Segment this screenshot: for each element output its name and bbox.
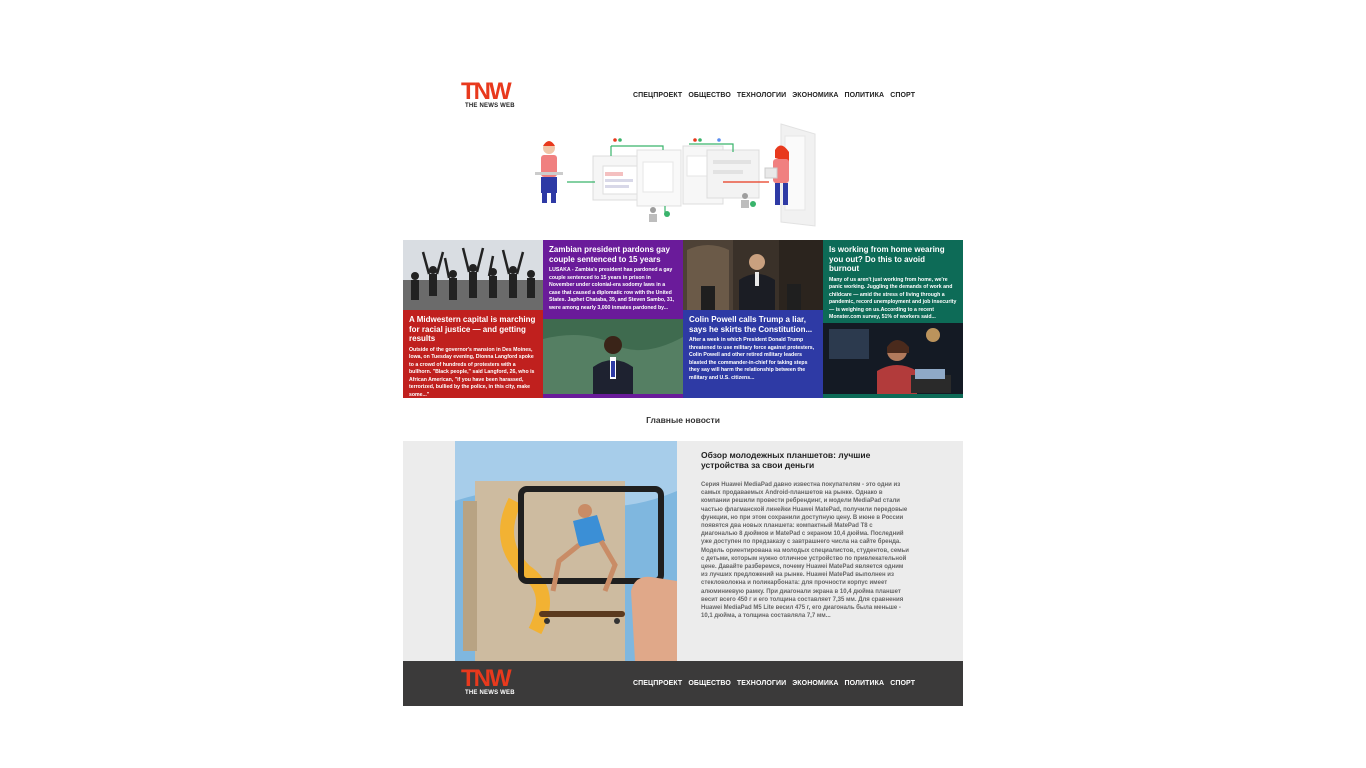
footer-nav-item-technology[interactable]: ТЕХНОЛОГИИ bbox=[737, 680, 786, 687]
news-card-title[interactable]: Colin Powell calls Trump a liar, says he… bbox=[689, 315, 817, 334]
logo-tagline: THE NEWS WEB bbox=[465, 103, 515, 109]
footer-nav-item-specproject[interactable]: СПЕЦПРОЕКТ bbox=[633, 680, 682, 687]
nav-item-technology[interactable]: ТЕХНОЛОГИИ bbox=[737, 92, 786, 99]
site-header: TNW THE NEWS WEB СПЕЦПРОЕКТ ОБЩЕСТВО ТЕХ… bbox=[403, 70, 963, 122]
news-card-title[interactable]: Zambian president pardons gay couple sen… bbox=[549, 245, 677, 264]
footer-nav-item-economy[interactable]: ЭКОНОМИКА bbox=[792, 680, 838, 687]
featured-article[interactable]: Обзор молодежных планшетов: лучшие устро… bbox=[403, 441, 963, 661]
nav-item-specproject[interactable]: СПЕЦПРОЕКТ bbox=[633, 92, 682, 99]
footer-logo-tagline: THE NEWS WEB bbox=[465, 690, 515, 696]
nav-item-society[interactable]: ОБЩЕСТВО bbox=[688, 92, 731, 99]
news-card-excerpt: After a week in which President Donald T… bbox=[689, 337, 815, 381]
news-card-title[interactable]: A Midwestern capital is marching for rac… bbox=[409, 315, 537, 344]
footer-nav-item-sport[interactable]: СПОРТ bbox=[890, 680, 915, 687]
footer-logo[interactable]: TNW THE NEWS WEB bbox=[461, 665, 525, 699]
footer-logo-mark: TNW bbox=[461, 665, 512, 692]
protest-photo[interactable] bbox=[403, 240, 543, 310]
news-card-excerpt: Many of us aren't just working from home… bbox=[829, 276, 957, 321]
main-nav: СПЕЦПРОЕКТ ОБЩЕСТВО ТЕХНОЛОГИИ ЭКОНОМИКА… bbox=[633, 92, 915, 99]
news-card-colin-powell[interactable]: Colin Powell calls Trump a liar, says he… bbox=[683, 310, 823, 398]
zambian-president-photo[interactable] bbox=[543, 319, 683, 398]
site-footer: TNW THE NEWS WEB СПЕЦПРОЕКТ ОБЩЕСТВО ТЕХ… bbox=[403, 661, 963, 706]
site-logo[interactable]: TNW THE NEWS WEB bbox=[461, 78, 525, 112]
footer-nav-item-politics[interactable]: ПОЛИТИКА bbox=[845, 680, 885, 687]
featured-article-title[interactable]: Обзор молодежных планшетов: лучшие устро… bbox=[701, 450, 909, 470]
nav-item-politics[interactable]: ПОЛИТИКА bbox=[845, 92, 885, 99]
news-card-excerpt: LUSAKA - Zambia's president has pardoned… bbox=[549, 267, 675, 311]
nav-item-sport[interactable]: СПОРТ bbox=[890, 92, 915, 99]
page: TNW THE NEWS WEB СПЕЦПРОЕКТ ОБЩЕСТВО ТЕХ… bbox=[403, 70, 963, 706]
featured-article-excerpt: Серия Huawei MediaPad давно известна пок… bbox=[701, 482, 909, 620]
tablet-skater-photo[interactable] bbox=[455, 441, 677, 661]
workflow-illustration bbox=[535, 123, 816, 227]
news-card-title[interactable]: Is working from home wearing you out? Do… bbox=[829, 245, 957, 274]
nav-item-economy[interactable]: ЭКОНОМИКА bbox=[792, 92, 838, 99]
news-card-zambia-pardon[interactable]: Zambian president pardons gay couple sen… bbox=[543, 240, 683, 398]
logo-mark: TNW bbox=[461, 78, 512, 105]
hero-illustration bbox=[403, 122, 963, 240]
news-grid: A Midwestern capital is marching for rac… bbox=[403, 240, 963, 398]
news-card-burnout[interactable]: Is working from home wearing you out? Do… bbox=[823, 240, 963, 398]
section-title: Главные новости bbox=[646, 415, 720, 425]
footer-nav: СПЕЦПРОЕКТ ОБЩЕСТВО ТЕХНОЛОГИИ ЭКОНОМИКА… bbox=[633, 680, 915, 687]
working-from-home-photo[interactable] bbox=[823, 323, 963, 398]
news-card-racial-justice[interactable]: A Midwestern capital is marching for rac… bbox=[403, 310, 543, 398]
footer-nav-item-society[interactable]: ОБЩЕСТВО bbox=[688, 680, 731, 687]
colin-powell-photo[interactable] bbox=[683, 240, 823, 310]
news-card-excerpt: Outside of the governor's mansion in Des… bbox=[409, 346, 535, 399]
